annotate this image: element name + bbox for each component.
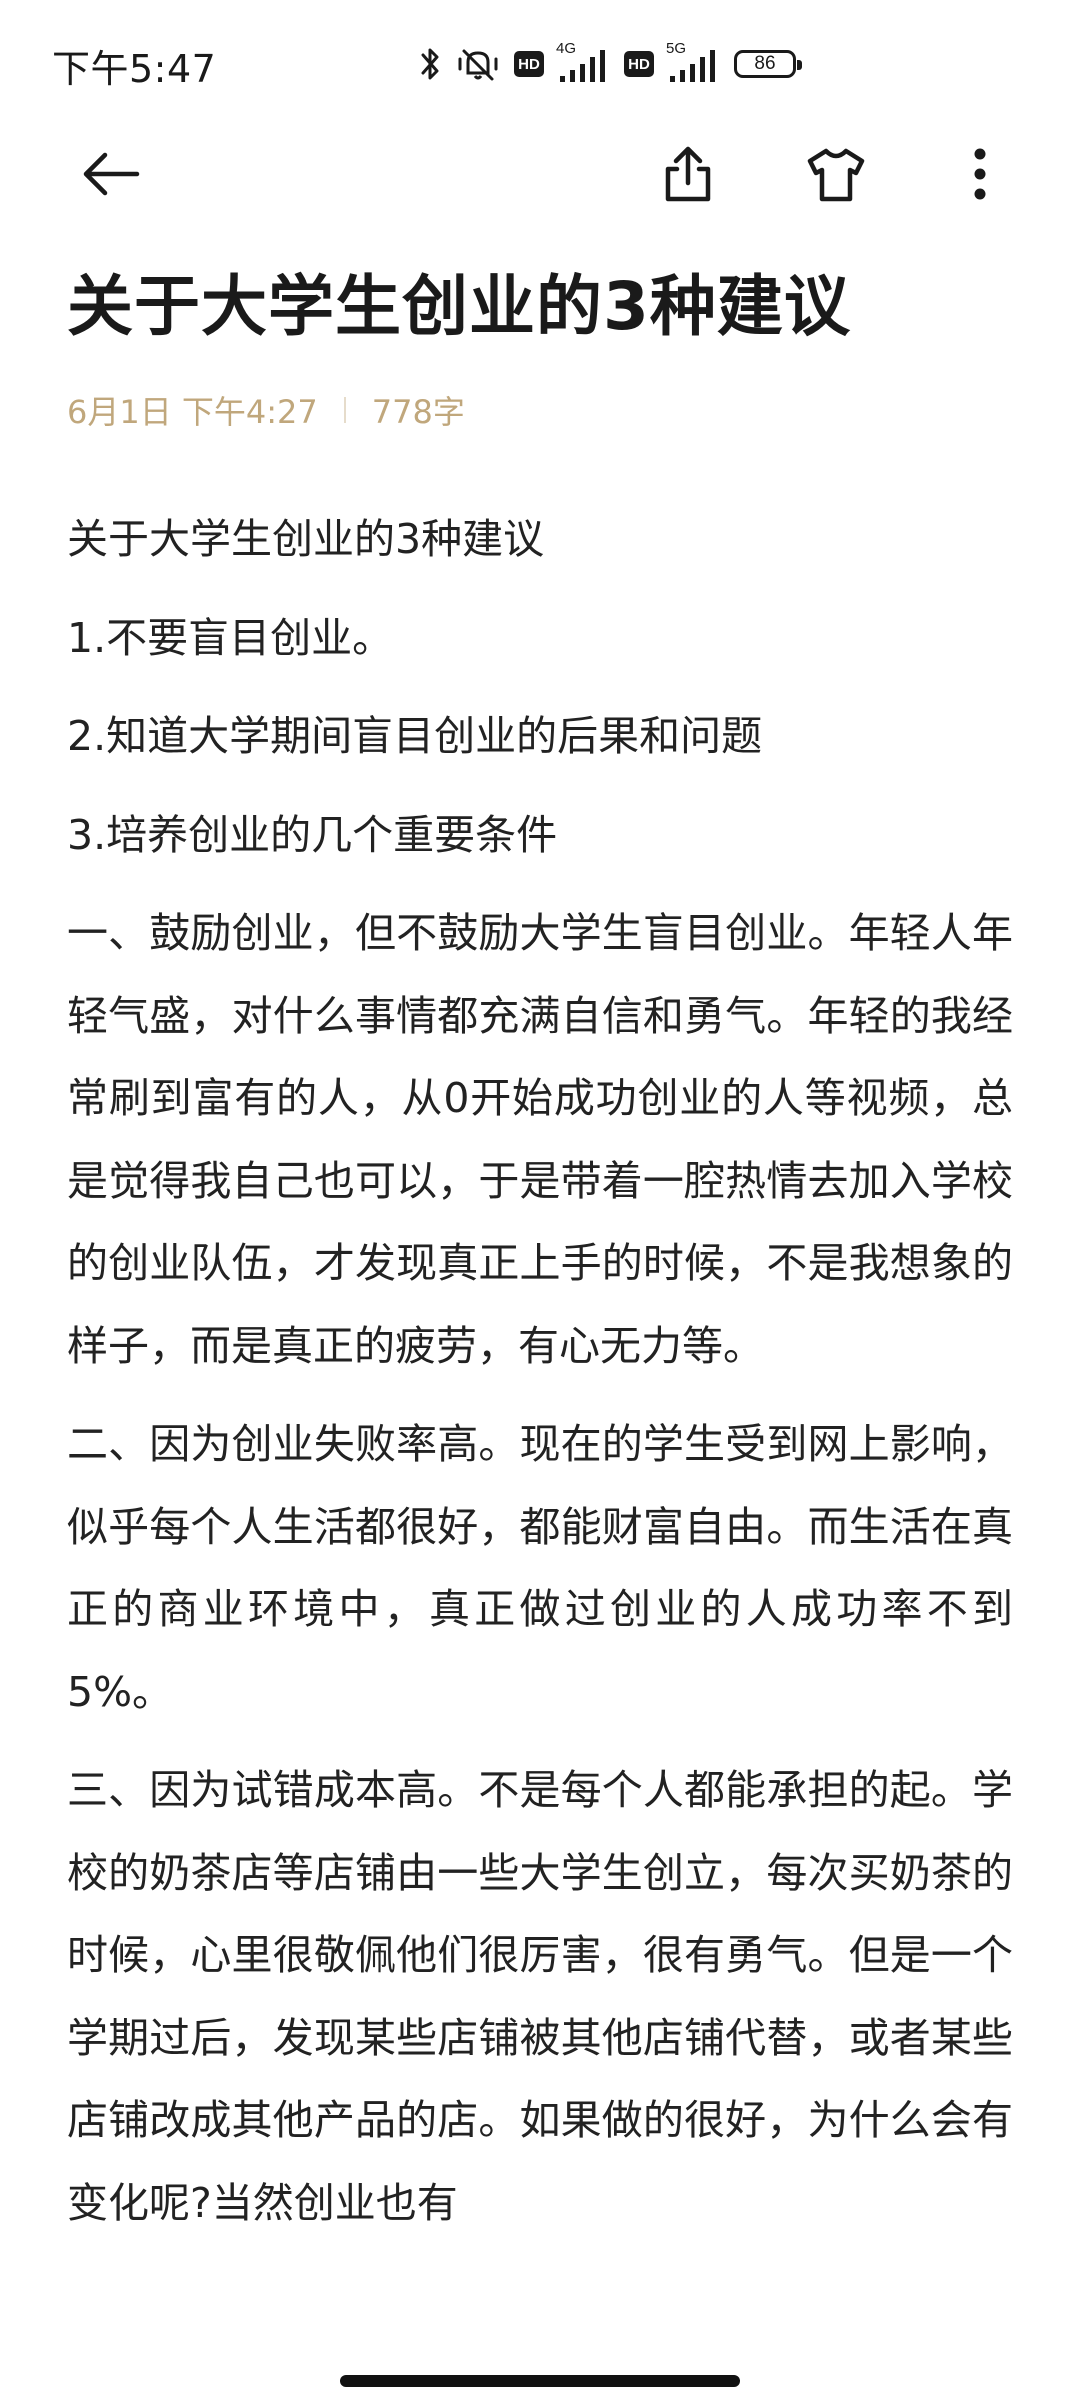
- battery-indicator: 86: [734, 50, 802, 78]
- hd-badge-2: HD: [624, 51, 654, 77]
- more-vertical-icon: [974, 148, 986, 200]
- status-bar: 下午5:47 HD 4G HD 5G 86: [0, 0, 1080, 124]
- note-toolbar: [0, 124, 1080, 224]
- signal-4g: 4G: [556, 40, 610, 84]
- hd-badge-1: HD: [514, 51, 544, 77]
- note-title[interactable]: 关于大学生创业的3种建议: [67, 262, 1013, 352]
- home-indicator[interactable]: [340, 2375, 740, 2387]
- meta-divider: [343, 397, 346, 423]
- paragraph: 2.知道大学期间盲目创业的后果和问题: [67, 712, 763, 760]
- share-icon: [665, 146, 711, 202]
- mute-vibrate-icon: [456, 45, 500, 83]
- bluetooth-icon: [420, 45, 442, 83]
- note-article: 关于大学生创业的3种建议 6月1日 下午4:27 778字 关于大学生创业的3种…: [67, 262, 1013, 2260]
- status-icons: HD 4G HD 5G 86: [420, 36, 802, 92]
- paragraph: 一、鼓励创业，但不鼓励大学生盲目创业。年轻人年轻气盛，对什么事情都充满自信和勇气…: [67, 909, 1013, 1370]
- paragraph: 关于大学生创业的3种建议: [67, 515, 545, 563]
- note-date: 6月1日 下午4:27: [67, 393, 318, 431]
- tshirt-icon: [807, 148, 865, 202]
- more-options-button[interactable]: [938, 132, 1022, 216]
- note-meta: 6月1日 下午4:27 778字: [67, 388, 1013, 432]
- arrow-left-icon: [83, 152, 140, 196]
- share-button[interactable]: [646, 132, 730, 216]
- network-type-4g: 4G: [556, 40, 577, 57]
- theme-button[interactable]: [794, 132, 878, 216]
- status-time: 下午5:47: [52, 47, 217, 91]
- paragraph: 二、因为创业失败率高。现在的学生受到网上影响，似乎每个人生活都很好，都能财富自由…: [67, 1420, 1013, 1716]
- back-button[interactable]: [68, 132, 152, 216]
- note-body[interactable]: 关于大学生创业的3种建议 1.不要盲目创业。 2.知道大学期间盲目创业的后果和问…: [67, 498, 1013, 2244]
- paragraph: 3.培养创业的几个重要条件: [67, 810, 558, 859]
- paragraph: 三、因为试错成本高。不是每个人都能承担的起。学校的奶茶店等店铺由一些大学生创立，…: [67, 1766, 1013, 2227]
- signal-5g: 5G: [666, 40, 720, 84]
- word-count: 778字: [371, 393, 465, 431]
- paragraph: 1.不要盲目创业。: [67, 613, 394, 662]
- network-type-5g: 5G: [666, 40, 687, 57]
